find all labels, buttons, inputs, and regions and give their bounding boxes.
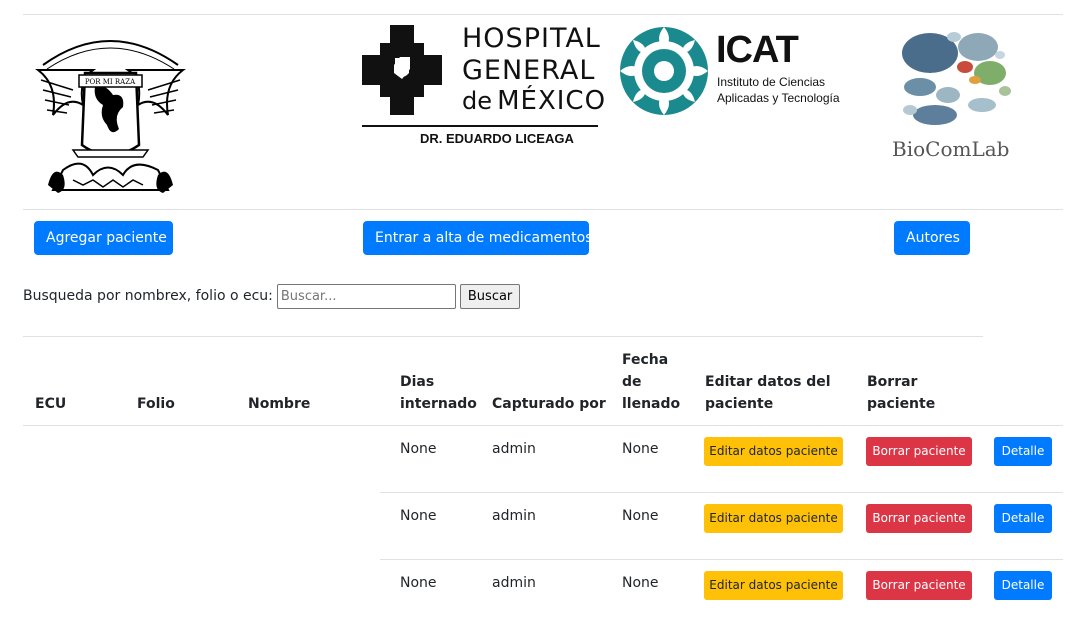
svg-text:POR MI RAZA: POR MI RAZA <box>85 78 136 86</box>
edit-patient-button[interactable]: Editar datos paciente <box>704 437 843 466</box>
add-patient-button[interactable]: Agregar paciente <box>34 221 173 255</box>
top-divider <box>23 14 1063 15</box>
biocomlab-logo: BioComLab <box>890 25 1015 165</box>
hospital-line3: de MÉXICO <box>462 86 606 116</box>
hospital-line2: GENERAL <box>462 55 596 86</box>
table-top-divider <box>23 336 983 337</box>
search-input[interactable] <box>276 283 456 309</box>
cell-capturado: admin <box>492 508 536 524</box>
delete-patient-button[interactable]: Borrar paciente <box>866 437 972 466</box>
header-borrar-line1: Borrar <box>867 374 918 390</box>
cell-fecha: None <box>622 441 659 457</box>
medications-button[interactable]: Entrar a alta de medicamentos <box>363 221 593 255</box>
header-divider <box>23 209 1063 210</box>
header-editar-line1: Editar datos del <box>705 374 831 390</box>
hospital-general-logo: HOSPITAL GENERAL de MÉXICO DR. EDUARDO L… <box>362 23 605 150</box>
search-button[interactable]: Buscar <box>459 283 521 309</box>
hospital-rule <box>362 125 598 127</box>
header-fecha-llenado: Fecha de llenado <box>622 349 680 415</box>
icat-logo: ICAT Instituto de Ciencias Aplicadas y T… <box>618 25 853 120</box>
header-dias-line1: Dias <box>400 374 435 390</box>
detail-button[interactable]: Detalle <box>994 571 1052 600</box>
header-nombre: Nombre <box>248 396 311 412</box>
detail-button[interactable]: Detalle <box>994 437 1052 466</box>
hospital-line1: HOSPITAL <box>462 23 601 54</box>
icat-line1: Instituto de Ciencias <box>717 75 826 89</box>
cell-fecha: None <box>622 508 659 524</box>
hospital-de: de <box>462 87 492 115</box>
header-dias-line2: internado <box>400 396 477 412</box>
table-header-divider <box>23 425 1063 426</box>
header-editar: Editar datos del paciente <box>705 371 831 415</box>
header-folio: Folio <box>137 396 175 412</box>
edit-patient-button[interactable]: Editar datos paciente <box>704 504 843 533</box>
hospital-mexico: MÉXICO <box>497 86 607 116</box>
row-divider <box>380 559 1063 560</box>
header-ecu: ECU <box>35 396 67 412</box>
cell-capturado: admin <box>492 575 536 591</box>
search-form: Busqueda por nombrex, folio o ecu: Busca… <box>23 283 521 309</box>
hospital-subtitle: DR. EDUARDO LICEAGA <box>420 131 574 146</box>
header-borrar: Borrar paciente <box>867 371 935 415</box>
icat-name: ICAT <box>716 29 799 71</box>
cell-fecha: None <box>622 575 659 591</box>
detail-button[interactable]: Detalle <box>994 504 1052 533</box>
biocomlab-name: BioComLab <box>892 137 1010 161</box>
unam-logo: POR MI RAZA <box>33 25 188 200</box>
delete-patient-button[interactable]: Borrar paciente <box>866 504 972 533</box>
cell-dias: None <box>400 508 437 524</box>
icat-line2: Aplicadas y Tecnología <box>717 91 840 105</box>
header-dias-internado: Dias internado <box>400 371 477 415</box>
header-fecha-line1: Fecha <box>622 352 669 368</box>
search-label: Busqueda por nombrex, folio o ecu: <box>23 288 273 304</box>
delete-patient-button[interactable]: Borrar paciente <box>866 571 972 600</box>
cell-capturado: admin <box>492 441 536 457</box>
header-borrar-line2: paciente <box>867 396 936 412</box>
header-fecha-line2: de <box>622 374 642 390</box>
row-divider <box>380 492 1063 493</box>
header-editar-line2: paciente <box>705 396 774 412</box>
authors-button[interactable]: Autores <box>894 221 970 255</box>
header-fecha-line3: llenado <box>622 396 681 412</box>
cell-dias: None <box>400 575 437 591</box>
edit-patient-button[interactable]: Editar datos paciente <box>704 571 843 600</box>
header-capturado-por: Capturado por <box>492 396 606 412</box>
cell-dias: None <box>400 441 437 457</box>
